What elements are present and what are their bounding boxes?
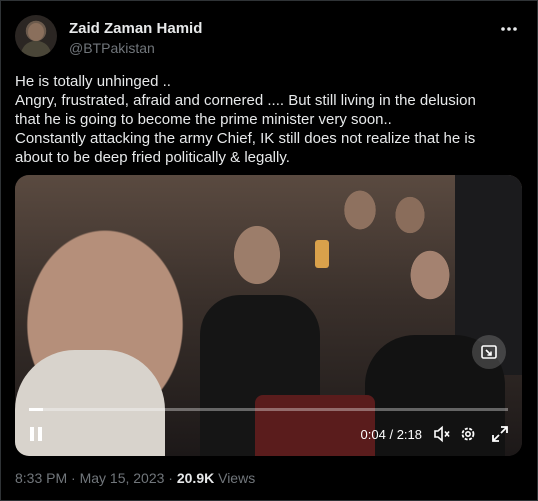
expand-icon[interactable]	[490, 424, 510, 444]
views-label: Views	[214, 470, 256, 486]
video-player[interactable]: 0:04 / 2:18	[15, 175, 522, 456]
tweet-card: Zaid Zaman Hamid @BTPakistan He is total…	[0, 0, 538, 501]
current-time: 0:04	[360, 427, 386, 442]
video-time: 0:04 / 2:18	[361, 427, 423, 442]
views-count[interactable]: 20.9K	[177, 470, 214, 486]
avatar-face	[28, 23, 44, 41]
gear-icon[interactable]	[458, 424, 478, 444]
video-controls: 0:04 / 2:18	[15, 414, 522, 456]
time-separator: /	[389, 427, 394, 442]
author-name[interactable]: Zaid Zaman Hamid	[69, 20, 202, 37]
more-horizontal-icon[interactable]	[499, 19, 519, 39]
pause-icon[interactable]	[27, 424, 45, 444]
video-phone	[315, 240, 329, 268]
duration: 2:18	[396, 427, 422, 442]
tweet-text: He is totally unhinged .. Angry, frustra…	[15, 72, 525, 167]
video-progress-bar[interactable]	[29, 408, 508, 411]
volume-muted-icon[interactable]	[432, 424, 452, 444]
avatar-body	[21, 41, 51, 57]
video-progress-fill	[29, 408, 43, 411]
picture-in-picture-button[interactable]	[472, 335, 506, 369]
tweet-line: Constantly attacking the army Chief, IK …	[15, 130, 476, 147]
avatar[interactable]	[15, 15, 57, 57]
tweet-line: about to be deep fried politically & leg…	[15, 149, 290, 166]
tweet-line: He is totally unhinged ..	[15, 73, 171, 90]
picture-in-picture-icon	[481, 345, 497, 359]
timestamp[interactable]: 8:33 PM · May 15, 2023 ·	[15, 470, 177, 486]
tweet-meta: 8:33 PM · May 15, 2023 · 20.9K Views	[15, 470, 255, 486]
tweet-line: Angry, frustrated, afraid and cornered .…	[15, 92, 476, 109]
author-handle[interactable]: @BTPakistan	[69, 40, 155, 56]
tweet-line: that he is going to become the prime min…	[15, 111, 392, 128]
